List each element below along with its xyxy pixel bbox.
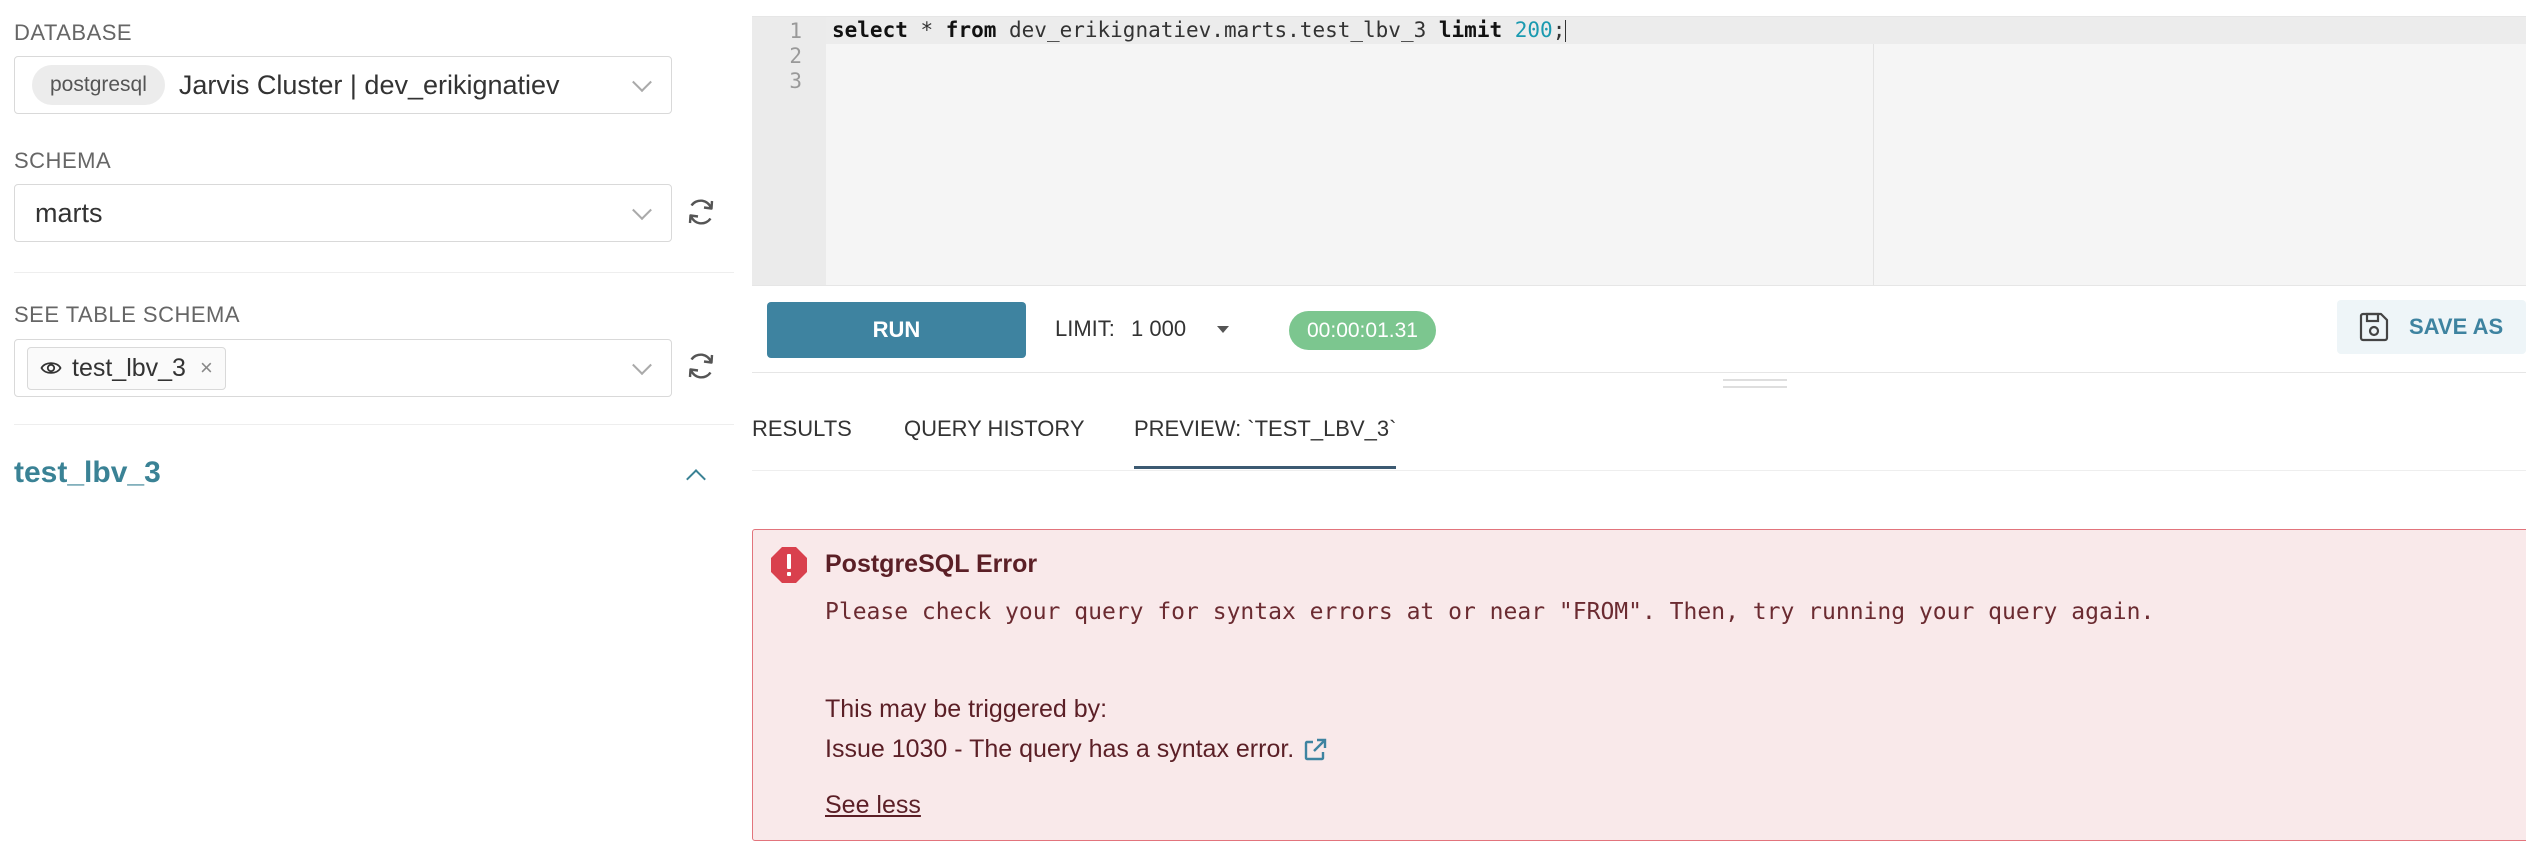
table-tag: test_lbv_3 × — [27, 346, 226, 390]
text-cursor — [1565, 20, 1567, 42]
save-as-label: SAVE AS — [2409, 314, 2504, 339]
sql-editor[interactable]: 1 2 3 select * from dev_erikignatiev.mar… — [752, 16, 2526, 286]
tab-preview[interactable]: PREVIEW: `TEST_LBV_3` — [1134, 416, 1397, 469]
divider — [752, 470, 2526, 471]
eye-icon[interactable] — [40, 357, 62, 379]
divider — [14, 272, 734, 273]
chevron-down-icon[interactable] — [632, 200, 652, 221]
database-label: DATABASE — [14, 20, 133, 45]
error-trigger-label: This may be triggered by: — [825, 695, 1108, 723]
error-issue-text: Issue 1030 - The query has a syntax erro… — [825, 735, 1295, 763]
refresh-table-icon[interactable] — [685, 350, 717, 382]
table-schema-label: SEE TABLE SCHEMA — [14, 302, 241, 327]
line-gutter: 1 2 3 — [752, 17, 826, 285]
sql-number: 200 — [1514, 18, 1553, 42]
line-number: 3 — [789, 69, 802, 93]
query-timer-badge: 00:00:01.31 — [1289, 311, 1436, 350]
tab-results[interactable]: RESULTS — [752, 416, 852, 442]
schema-label: SCHEMA — [14, 148, 112, 173]
table-schema-title[interactable]: test_lbv_3 — [14, 456, 161, 490]
sql-token: ; — [1552, 18, 1566, 42]
error-title: PostgreSQL Error — [825, 550, 1038, 578]
print-margin — [1873, 44, 1874, 285]
table-schema-select[interactable]: test_lbv_3 × — [14, 339, 672, 397]
refresh-schema-icon[interactable] — [685, 196, 717, 228]
chevron-up-icon[interactable] — [686, 469, 706, 489]
chevron-down-icon[interactable] — [632, 355, 652, 376]
table-tag-label: test_lbv_3 — [72, 353, 186, 382]
limit-label: LIMIT: — [1055, 316, 1115, 341]
database-value: Jarvis Cluster | dev_erikignatiev — [178, 69, 560, 100]
sql-token: * — [907, 18, 946, 42]
line-number: 1 — [789, 19, 802, 43]
save-as-button[interactable]: SAVE AS — [2337, 300, 2526, 354]
tab-query-history[interactable]: QUERY HISTORY — [904, 416, 1085, 442]
sql-keyword: select — [832, 18, 908, 42]
close-icon[interactable]: × — [200, 355, 213, 381]
external-link-icon[interactable] — [1302, 737, 1328, 763]
run-button[interactable]: RUN — [767, 302, 1026, 358]
save-icon — [2359, 312, 2389, 342]
error-message: Please check your query for syntax error… — [825, 599, 2155, 625]
divider — [14, 424, 734, 425]
see-less-link[interactable]: See less — [825, 791, 921, 820]
divider — [752, 372, 2526, 373]
chevron-down-icon[interactable] — [632, 72, 652, 93]
sql-table-ref: dev_erikignatiev.marts.test_lbv_3 — [996, 18, 1439, 42]
line-number: 2 — [789, 44, 802, 68]
caret-down-icon[interactable] — [1217, 326, 1229, 333]
query-text[interactable]: select * from dev_erikignatiev.marts.tes… — [832, 17, 1567, 44]
engine-pill: postgresql — [32, 65, 165, 105]
database-select[interactable]: postgresql Jarvis Cluster | dev_erikigna… — [14, 56, 672, 114]
resize-handle[interactable] — [1723, 379, 1787, 388]
sql-keyword: from — [945, 18, 997, 42]
error-issue: Issue 1030 - The query has a syntax erro… — [825, 735, 1328, 764]
schema-value: marts — [35, 197, 103, 228]
schema-select[interactable]: marts — [14, 184, 672, 242]
error-icon — [771, 547, 807, 583]
error-alert: PostgreSQL Error Please check your query… — [752, 529, 2526, 841]
sql-keyword: limit — [1438, 18, 1503, 42]
sidebar: DATABASE postgresql Jarvis Cluster | dev… — [0, 0, 735, 848]
limit-select[interactable]: 1 000 — [1131, 316, 1186, 342]
